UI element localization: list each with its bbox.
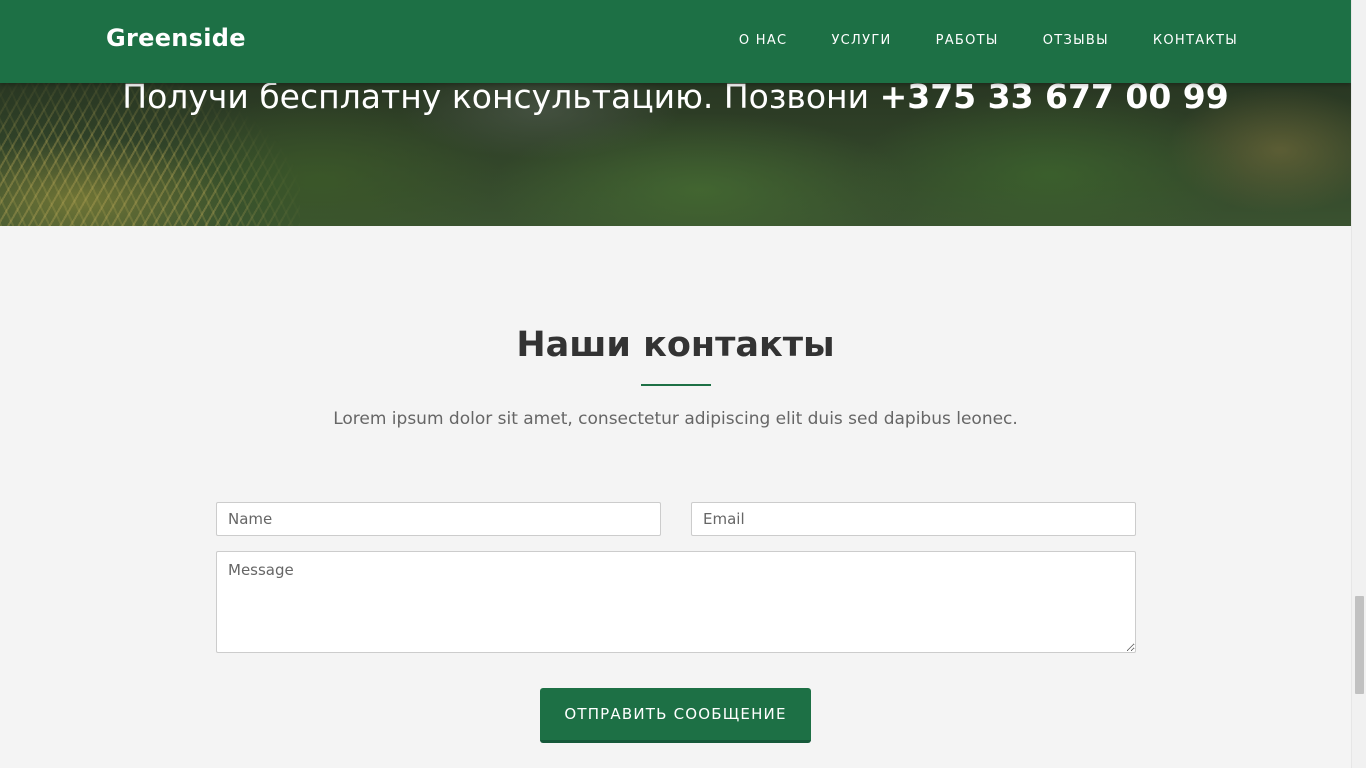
- nav-link-services[interactable]: УСЛУГИ: [831, 33, 891, 48]
- nav-link-reviews[interactable]: ОТЗЫВЫ: [1043, 33, 1109, 48]
- navbar: Greenside О НАС УСЛУГИ РАБОТЫ ОТЗЫВЫ КОН…: [0, 0, 1351, 83]
- nav-menu: О НАС УСЛУГИ РАБОТЫ ОТЗЫВЫ КОНТАКТЫ: [695, 33, 1238, 48]
- nav-link-works[interactable]: РАБОТЫ: [936, 33, 999, 48]
- section-subtitle: Lorem ipsum dolor sit amet, consectetur …: [333, 409, 1018, 429]
- brand-logo[interactable]: Greenside: [106, 24, 246, 52]
- name-input[interactable]: [216, 502, 661, 536]
- send-message-button[interactable]: ОТПРАВИТЬ СООБЩЕНИЕ: [540, 688, 811, 743]
- page-scrollbar[interactable]: [1351, 0, 1366, 768]
- nav-link-contacts[interactable]: КОНТАКТЫ: [1153, 33, 1238, 48]
- nav-link-about[interactable]: О НАС: [739, 33, 788, 48]
- message-textarea[interactable]: [216, 551, 1136, 653]
- scrollbar-thumb[interactable]: [1355, 596, 1364, 694]
- section-title: Наши контакты: [516, 325, 835, 365]
- contacts-section: Наши контакты Lorem ipsum dolor sit amet…: [0, 226, 1351, 768]
- page: Получи бесплатну консультацию. Позвони +…: [0, 0, 1351, 768]
- title-divider: [641, 384, 711, 386]
- email-input[interactable]: [691, 502, 1136, 536]
